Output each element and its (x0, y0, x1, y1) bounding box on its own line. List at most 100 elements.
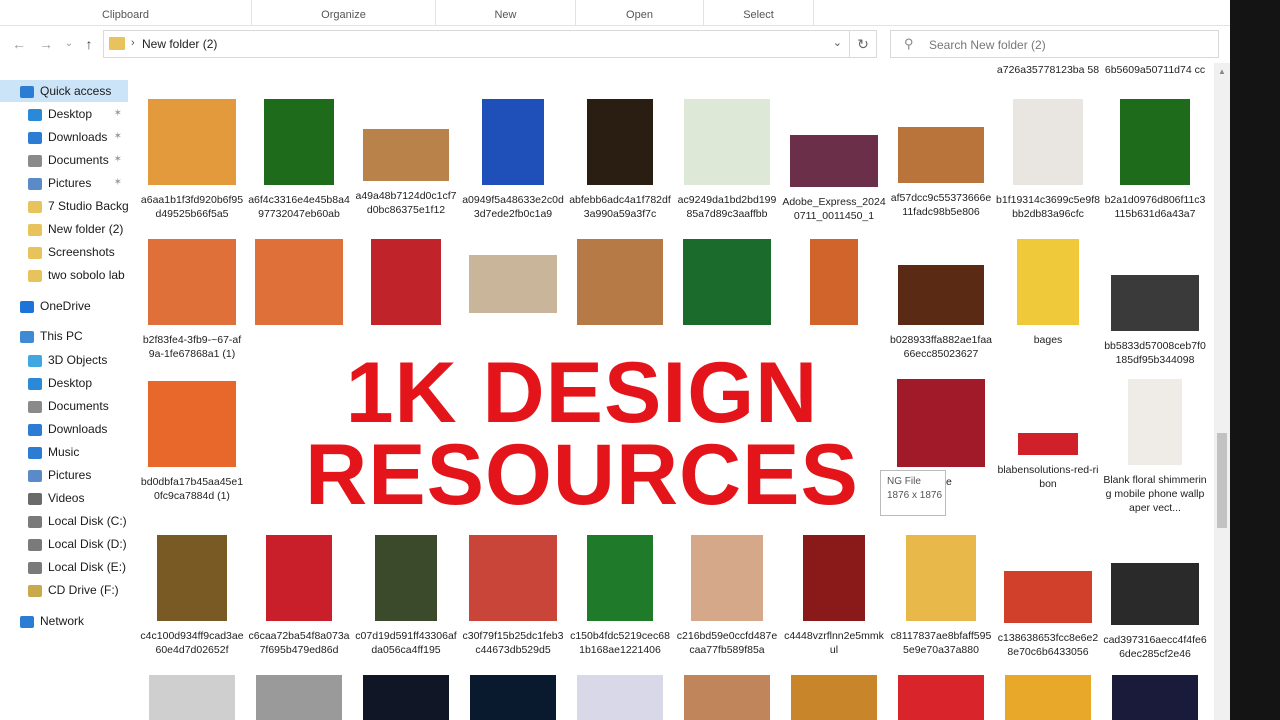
refresh-icon[interactable]: ↻ (849, 31, 876, 57)
nav-item-new-folder-2[interactable]: New folder (2) (0, 218, 128, 240)
file-tile[interactable]: c8117837ae8bfaff5955e9e70a37a880 (889, 535, 993, 657)
file-tile[interactable]: b028933ffa882ae1faa66ecc85023627 (889, 265, 993, 361)
forward-arrow-icon[interactable]: → (37, 35, 55, 53)
file-tile[interactable]: bb5833d57008ceb7f0185df95b344098 (1103, 275, 1207, 367)
file-tile[interactable]: bages (996, 239, 1100, 347)
file-tile[interactable] (996, 675, 1100, 720)
nav-item-3d-objects[interactable]: 3D Objects (0, 349, 128, 371)
nav-item-documents[interactable]: Documents ✶ (0, 149, 128, 171)
nav-item-label: CD Drive (F:) (48, 583, 119, 597)
nav-item-7-studio-backg[interactable]: 7 Studio Backg (0, 195, 129, 217)
nav-item-desktop[interactable]: Desktop (0, 372, 128, 394)
nav-item-pictures[interactable]: Pictures ✶ (0, 172, 128, 194)
image-thumbnail (790, 135, 878, 187)
file-tile[interactable]: 6b5609a50711d74 cc (1103, 63, 1207, 77)
image-thumbnail (363, 675, 449, 720)
up-arrow-icon[interactable]: ↑ (80, 35, 98, 53)
file-tile[interactable] (461, 675, 565, 720)
file-tile[interactable] (889, 675, 993, 720)
file-tile[interactable]: c07d19d591ff43306afda056ca4ff195 (354, 535, 458, 657)
file-tile[interactable] (247, 675, 351, 720)
address-dropdown-icon[interactable]: ⌄ (833, 36, 842, 49)
nav-item-videos[interactable]: Videos (0, 487, 128, 509)
image-thumbnail (148, 381, 236, 467)
image-thumbnail (1017, 239, 1079, 325)
file-tile[interactable]: blabensolutions-red-ribon (996, 433, 1100, 491)
file-tile[interactable] (782, 675, 886, 720)
scroll-up-icon[interactable]: ▲ (1218, 67, 1226, 76)
file-tile[interactable]: c30f79f15b25dc1feb3c44673db529d5 (461, 535, 565, 657)
nav-item-documents[interactable]: Documents (0, 395, 128, 417)
file-tile[interactable]: c138638653fcc8e6e28e70c6b6433056 (996, 571, 1100, 659)
nav-item-local-disk-e[interactable]: Local Disk (E:) (0, 556, 128, 578)
file-tile[interactable] (675, 675, 779, 720)
file-tile[interactable] (247, 239, 351, 325)
nav-item-label: 7 Studio Backg (48, 199, 129, 213)
file-tile[interactable]: c4c100d934ff9cad3ae60e4d7d02652f (140, 535, 244, 657)
file-tile[interactable] (675, 239, 779, 325)
file-tile[interactable] (782, 239, 886, 325)
file-tile[interactable] (140, 675, 244, 720)
pin-icon: ✶ (113, 177, 122, 188)
back-arrow-icon[interactable]: ← (10, 35, 28, 53)
nav-item-icon (28, 377, 42, 390)
file-name: c4448vzrflnn2e5mmkul (784, 630, 884, 656)
file-tile[interactable]: a49a48b7124d0c1cf7d0bc86375e1f12 (354, 129, 458, 217)
nav-item-local-disk-c[interactable]: Local Disk (C:) (0, 510, 128, 532)
nav-item-onedrive[interactable]: OneDrive (0, 295, 128, 317)
nav-item-two-sobolo-lab[interactable]: two sobolo lab (0, 264, 128, 286)
file-name: bages (1033, 334, 1063, 346)
file-tile[interactable]: a6aa1b1f3fd920b6f95d49525b66f5a5 (140, 99, 244, 221)
file-tile[interactable]: a0949f5a48633e2c0d3d7ede2fb0c1a9 (461, 99, 565, 221)
scrollbar-thumb[interactable] (1217, 433, 1227, 528)
file-tile[interactable] (1103, 675, 1207, 720)
file-tile[interactable] (354, 675, 458, 720)
nav-item-this-pc[interactable]: This PC (0, 325, 128, 347)
nav-item-pictures[interactable]: Pictures (0, 464, 128, 486)
file-tile[interactable]: a726a35778123ba 58 (996, 63, 1100, 77)
file-tile[interactable]: a6f4c3316e4e45b8a497732047eb60ab (247, 99, 351, 221)
breadcrumb-chevron-icon[interactable]: › (131, 37, 135, 49)
search-placeholder[interactable]: Search New folder (2) (929, 38, 1046, 52)
nav-item-quick-access[interactable]: Quick access (0, 80, 128, 102)
nav-item-cd-drive-f[interactable]: CD Drive (F:) (0, 579, 128, 601)
file-tile[interactable] (461, 255, 565, 313)
file-tile[interactable]: c150b4fdc5219cec681b168ae1221406 (568, 535, 672, 657)
vertical-scrollbar[interactable]: ▲ (1214, 63, 1230, 720)
image-thumbnail (1004, 571, 1092, 623)
file-tile[interactable]: bd0dbfa17b45aa45e10fc9ca7884d (1) (140, 381, 244, 503)
file-tile[interactable]: c4448vzrflnn2e5mmkul (782, 535, 886, 657)
file-tile[interactable]: ac9249da1bd2bd19985a7d89c3aaffbb (675, 99, 779, 221)
file-tile[interactable]: b2a1d0976d806f11c3115b631d6a43a7 (1103, 99, 1207, 221)
file-tile[interactable] (354, 239, 458, 325)
search-box[interactable]: ⚲ Search New folder (2) (890, 30, 1219, 58)
nav-item-screenshots[interactable]: Screenshots (0, 241, 128, 263)
file-name: Adobe_Express_20240711_0011450_1 (782, 196, 886, 222)
file-tile[interactable]: Blank floral shimmering mobile phone wal… (1103, 379, 1207, 515)
nav-item-downloads[interactable]: Downloads ✶ (0, 126, 128, 148)
nav-item-downloads[interactable]: Downloads (0, 418, 128, 440)
nav-item-network[interactable]: Network (0, 610, 128, 632)
file-tile[interactable]: b2f83fe4-3fb9-~67-af9a-1fe67868a1 (1) (140, 239, 244, 361)
nav-item-music[interactable]: Music (0, 441, 128, 463)
address-path[interactable]: New folder (2) (142, 37, 217, 51)
file-tile[interactable]: b1f19314c3699c5e9f8bb2db83a96cfc (996, 99, 1100, 221)
file-tile[interactable]: af57dcc9c55373666e11fadc98b5e806 (889, 127, 993, 219)
file-tile[interactable] (568, 239, 672, 325)
file-tile[interactable] (568, 675, 672, 720)
file-tile[interactable]: c6caa72ba54f8a073a7f695b479ed86d (247, 535, 351, 657)
file-tile[interactable]: cad397316aecc4f4fe66dec285cf2e46 (1103, 563, 1207, 661)
file-tile[interactable]: Adobe_Express_20240711_0011450_1 (782, 135, 886, 223)
image-thumbnail (810, 239, 858, 325)
file-name: c30f79f15b25dc1feb3c44673db529d5 (462, 630, 564, 656)
pin-icon: ✶ (113, 108, 122, 119)
file-tile[interactable]: abfebb6adc4a1f782df3a990a59a3f7c (568, 99, 672, 221)
nav-item-desktop[interactable]: Desktop ✶ (0, 103, 128, 125)
recent-locations-chevron-icon[interactable]: ⌄ (60, 35, 78, 53)
nav-item-local-disk-d[interactable]: Local Disk (D:) (0, 533, 128, 555)
image-thumbnail (1111, 275, 1199, 331)
image-thumbnail (803, 535, 865, 621)
file-tile[interactable]: c216bd59e0ccfd487ecaa77fb589f85a (675, 535, 779, 657)
nav-item-icon (28, 200, 42, 213)
address-bar[interactable]: › New folder (2) ⌄ ↻ (103, 30, 877, 58)
